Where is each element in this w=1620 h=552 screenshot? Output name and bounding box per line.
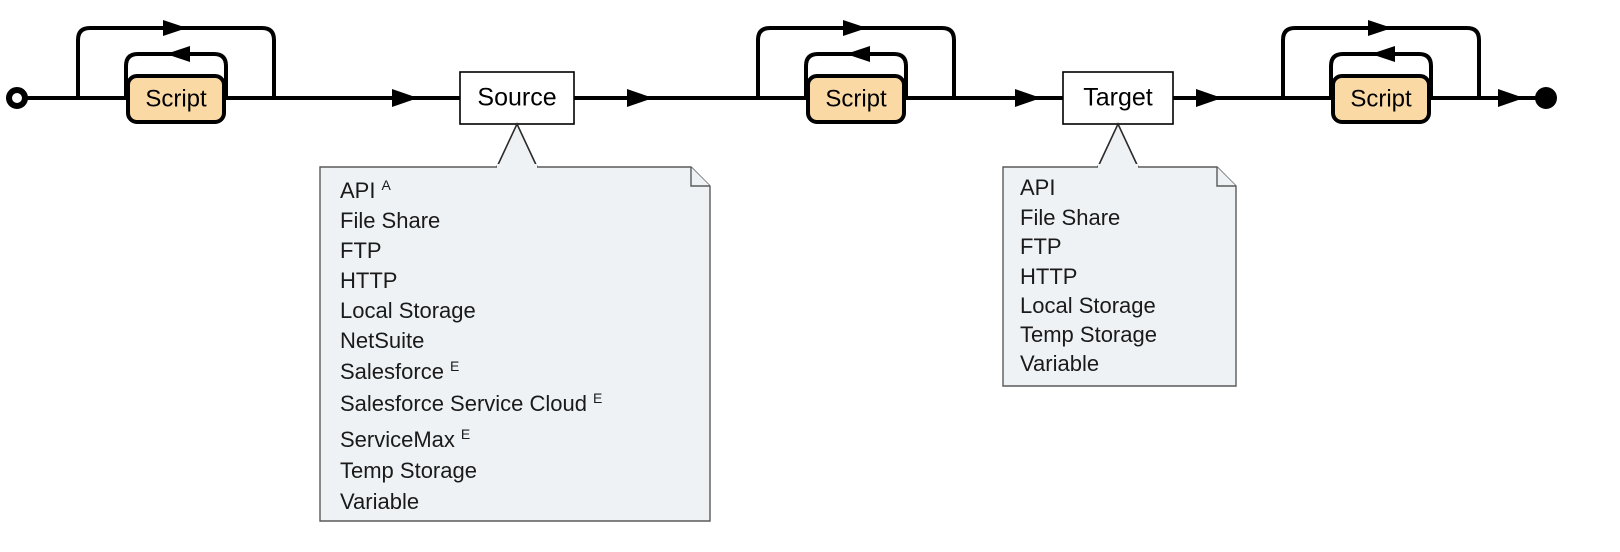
target-note-item-0: API — [1020, 175, 1055, 200]
end-terminal-icon — [1535, 87, 1557, 109]
source-note-item-5: NetSuite — [340, 328, 424, 353]
target-node-group: Target — [1062, 71, 1174, 125]
rail-arrow-1-icon — [392, 89, 418, 107]
target-note-item-2: FTP — [1020, 234, 1062, 259]
target-note-group: API File Share FTP HTTP Local Storage Te… — [1002, 122, 1237, 387]
target-note-tail — [1095, 122, 1141, 170]
source-note-tail-cover — [497, 164, 537, 170]
script-2-label: Script — [825, 85, 887, 112]
source-note-item-8-text: ServiceMax — [340, 427, 455, 452]
source-note-item-10: Variable — [340, 489, 419, 514]
source-note-item-1: File Share — [340, 208, 440, 233]
target-note-item-3: HTTP — [1020, 264, 1077, 289]
target-note-item-6-text: Variable — [1020, 351, 1099, 376]
target-note-tail-cover — [1098, 164, 1138, 170]
source-note-item-2-text: FTP — [340, 238, 382, 263]
target-note-item-1: File Share — [1020, 205, 1120, 230]
rail-arrow-2-icon — [627, 89, 653, 107]
source-node-group: Source — [459, 71, 575, 125]
rail-arrow-4-icon — [1196, 89, 1222, 107]
target-note-item-4-text: Local Storage — [1020, 293, 1156, 318]
script-2-repeat-arrow-icon — [846, 46, 870, 62]
source-note-item-9: Temp Storage — [340, 458, 477, 483]
script-1-repeat-arrow-icon — [166, 46, 190, 62]
target-node-label: Target — [1083, 84, 1153, 112]
script-3-bypass-arrow-icon — [1368, 20, 1392, 36]
target-note-item-6: Variable — [1020, 351, 1099, 376]
source-node-label: Source — [477, 84, 556, 112]
source-note-item-6-sup: E — [450, 358, 459, 374]
railroad-diagram-canvas: Script Source Script Target Script API A… — [6, 20, 1557, 522]
script-1-bypass-arrow-icon — [163, 20, 187, 36]
script-group-2: Script — [756, 20, 956, 124]
source-note-item-5-text: NetSuite — [340, 328, 424, 353]
rail-arrow-5-icon — [1498, 89, 1524, 107]
source-note-item-3: HTTP — [340, 268, 397, 293]
source-note-item-4: Local Storage — [340, 298, 476, 323]
target-note-item-4: Local Storage — [1020, 293, 1156, 318]
script-1-label: Script — [145, 85, 207, 112]
target-note-item-5-text: Temp Storage — [1020, 322, 1157, 347]
target-note-item-3-text: HTTP — [1020, 264, 1077, 289]
source-note-item-0-sup: A — [381, 177, 391, 193]
script-2-bypass-arrow-icon — [843, 20, 867, 36]
railroad-diagram: Script Source Script Target Script API A… — [0, 0, 1620, 552]
start-terminal-icon — [6, 87, 28, 109]
source-note-item-10-text: Variable — [340, 489, 419, 514]
rail-arrow-3-icon — [1015, 89, 1041, 107]
script-3-label: Script — [1350, 85, 1412, 112]
source-note-tail — [494, 122, 540, 170]
source-note-item-8-sup: E — [461, 426, 470, 442]
source-note-item-0-text: API — [340, 178, 375, 203]
source-note-item-6-text: Salesforce — [340, 359, 444, 384]
source-note-item-8: ServiceMax E — [340, 426, 470, 452]
target-note-item-1-text: File Share — [1020, 205, 1120, 230]
script-group-3: Script — [1281, 20, 1481, 124]
target-note-item-2-text: FTP — [1020, 234, 1062, 259]
source-note-item-3-text: HTTP — [340, 268, 397, 293]
target-note-item-0-text: API — [1020, 175, 1055, 200]
source-note-item-1-text: File Share — [340, 208, 440, 233]
source-note-item-7-sup: E — [593, 390, 602, 406]
target-note-item-5: Temp Storage — [1020, 322, 1157, 347]
source-note-item-7-text: Salesforce Service Cloud — [340, 391, 587, 416]
script-3-repeat-arrow-icon — [1371, 46, 1395, 62]
source-note-item-7: Salesforce Service Cloud E — [340, 390, 602, 416]
source-note-item-9-text: Temp Storage — [340, 458, 477, 483]
source-note-item-4-text: Local Storage — [340, 298, 476, 323]
source-note-group: API A File Share FTP HTTP Local Storage N… — [319, 122, 711, 522]
source-note-item-6: Salesforce E — [340, 358, 459, 384]
source-note-item-2: FTP — [340, 238, 382, 263]
script-group-1: Script — [76, 20, 276, 124]
